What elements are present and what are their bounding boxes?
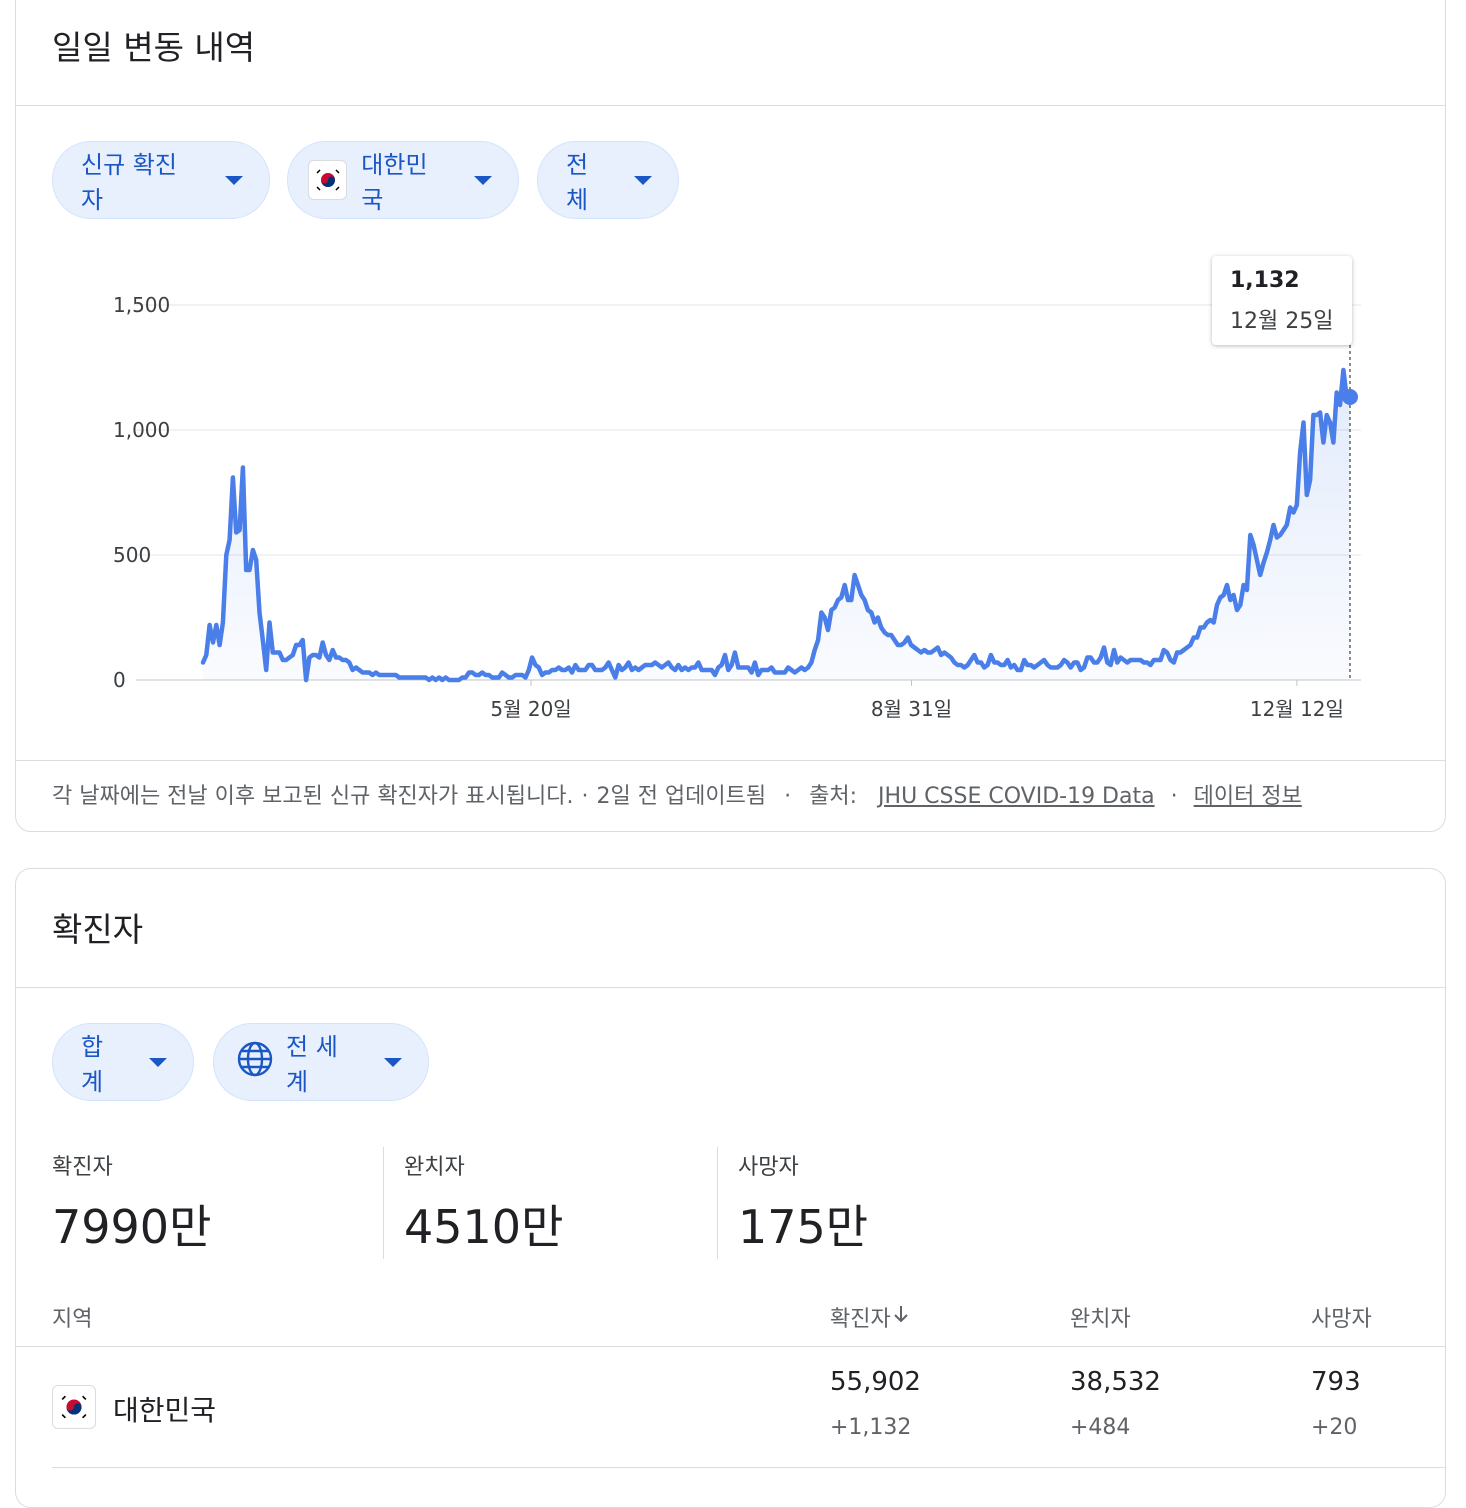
- y-tick-label: 1,000: [113, 418, 170, 442]
- tooltip-date: 12월 25일: [1230, 309, 1334, 334]
- source-link[interactable]: JHU CSSE COVID-19 Data: [878, 784, 1155, 809]
- column-header-region: 지역: [52, 1307, 93, 1332]
- row-confirmed-delta: +1,132: [830, 1415, 912, 1440]
- korea-flag-icon: [52, 1385, 96, 1429]
- row-region: 대한민국: [113, 1394, 217, 1427]
- stat-label: 완치자: [404, 1155, 465, 1180]
- column-header-confirmed[interactable]: 확진자: [830, 1301, 909, 1333]
- cases-title: 확진자: [52, 910, 144, 949]
- chart-tooltip: 1,132 12월 25일: [1212, 256, 1352, 345]
- stat-deaths: 사망자 175만: [738, 1149, 868, 1257]
- table-divider: [52, 1467, 1445, 1468]
- daily-changes-card: 일일 변동 내역 신규 확진자 대한민국 전체 1,500 1,000 500 0 5월…: [15, 0, 1446, 832]
- y-tick-label: 0: [113, 668, 126, 692]
- x-tick-label: 8월 31일: [871, 697, 952, 721]
- data-info-link[interactable]: 데이터 정보: [1194, 784, 1302, 809]
- x-tick-label: 5월 20일: [490, 697, 571, 721]
- stat-divider: [717, 1147, 718, 1259]
- divider: [16, 987, 1445, 988]
- highlight-point[interactable]: [1342, 389, 1358, 405]
- stat-divider: [383, 1147, 384, 1259]
- stat-value: 4510만: [404, 1200, 564, 1254]
- x-tick-label: 12월 12일: [1250, 697, 1344, 721]
- tooltip-value: 1,132: [1230, 268, 1300, 293]
- column-header-recovered[interactable]: 완치자: [1070, 1301, 1131, 1333]
- separator-dot: ·: [1170, 784, 1178, 809]
- stat-value: 7990만: [52, 1200, 212, 1254]
- y-tick-label: 1,500: [113, 293, 170, 317]
- scope-dropdown[interactable]: 합계: [52, 1023, 194, 1101]
- caret-down-icon: [149, 1057, 167, 1067]
- table-divider: [16, 1346, 1445, 1347]
- separator-dot: ·: [784, 784, 792, 809]
- column-header-label: 확진자: [830, 1307, 891, 1332]
- separator-dot: ·: [581, 784, 589, 809]
- region-dropdown[interactable]: 전 세계: [213, 1023, 429, 1101]
- cases-card: 확진자 합계 전 세계 확진자 7990만 완치자 4510만 사망자 175만…: [15, 868, 1446, 1508]
- stat-value: 175만: [738, 1200, 869, 1254]
- row-recovered-delta: +484: [1070, 1415, 1131, 1440]
- arrow-down-icon: [893, 1304, 909, 1330]
- divider: [16, 760, 1445, 761]
- caret-down-icon: [384, 1057, 402, 1067]
- chart-footer: 각 날짜에는 전날 이후 보고된 신규 확진자가 표시됩니다. · 2일 전 업데이…: [52, 778, 1302, 810]
- stat-label: 사망자: [738, 1155, 799, 1180]
- region-dropdown-label: 전 세계: [286, 1033, 338, 1096]
- row-confirmed: 55,902: [830, 1367, 921, 1397]
- globe-icon: [236, 1040, 274, 1084]
- footer-note: 각 날짜에는 전날 이후 보고된 신규 확진자가 표시됩니다.: [52, 784, 574, 809]
- row-deaths: 793: [1311, 1367, 1361, 1397]
- series-area: [203, 370, 1350, 680]
- series-line: [200, 367, 1353, 683]
- footer-updated: 2일 전 업데이트됨: [596, 784, 767, 809]
- footer-source-label: 출처:: [809, 784, 858, 809]
- stat-recovered: 완치자 4510만: [404, 1149, 563, 1257]
- row-deaths-delta: +20: [1311, 1415, 1358, 1440]
- row-recovered: 38,532: [1070, 1367, 1161, 1397]
- column-header-deaths[interactable]: 사망자: [1311, 1301, 1372, 1333]
- daily-cases-chart[interactable]: 1,500 1,000 500 0 5월 20일 8월 31일 12월 12일: [16, 0, 1446, 741]
- y-tick-label: 500: [113, 543, 151, 567]
- stat-label: 확진자: [52, 1155, 113, 1180]
- scope-dropdown-label: 합계: [81, 1033, 104, 1096]
- stat-confirmed: 확진자 7990만: [52, 1149, 211, 1257]
